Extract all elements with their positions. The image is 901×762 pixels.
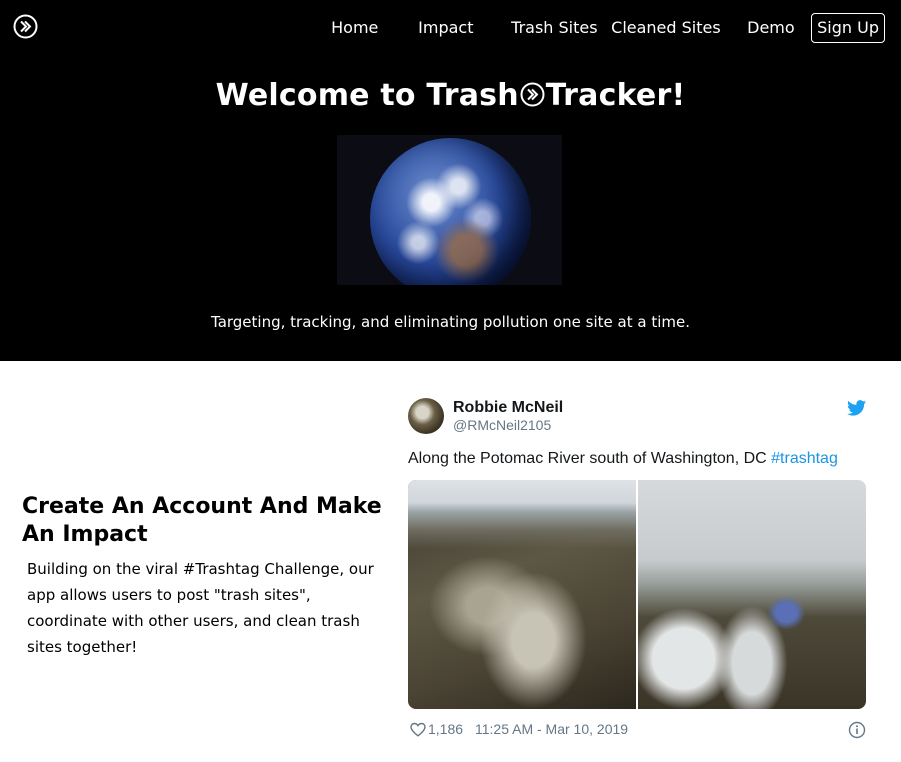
tweet-hashtag-link[interactable]: #trashtag bbox=[771, 450, 838, 467]
tweet-footer: 1,186 11:25 AM - Mar 10, 2019 bbox=[408, 720, 866, 740]
tweet-text-body: Along the Potomac River south of Washing… bbox=[408, 450, 772, 467]
cta-description: Building on the viral #Trashtag Challeng… bbox=[27, 560, 374, 656]
earth-image bbox=[337, 135, 562, 285]
nav-impact[interactable]: Impact bbox=[418, 13, 473, 43]
circle-double-chevron-icon bbox=[520, 80, 545, 107]
logo-icon[interactable] bbox=[13, 14, 38, 39]
tweet-author-handle[interactable]: @RMcNeil2105 bbox=[453, 417, 551, 433]
nav-cleaned-sites[interactable]: Cleaned Sites bbox=[611, 13, 721, 43]
title-text-end: Tracker! bbox=[545, 78, 686, 113]
earth-globe bbox=[370, 138, 531, 285]
tweet-like-count[interactable]: 1,186 bbox=[428, 721, 463, 737]
tweet-media[interactable] bbox=[408, 480, 866, 709]
info-icon[interactable] bbox=[848, 721, 866, 739]
twitter-bird-icon[interactable] bbox=[847, 400, 866, 416]
nav-home[interactable]: Home bbox=[331, 13, 378, 43]
hero-section: Home Impact Trash Sites Cleaned Sites De… bbox=[0, 0, 901, 361]
nav-demo[interactable]: Demo bbox=[747, 13, 795, 43]
main-nav: Home Impact Trash Sites Cleaned Sites De… bbox=[331, 13, 885, 43]
cta-heading: Create An Account And Make An Impact bbox=[22, 494, 382, 547]
tweet-photo-before[interactable] bbox=[408, 480, 636, 709]
nav-trash-sites[interactable]: Trash Sites bbox=[511, 13, 597, 43]
tweet-photo-after[interactable] bbox=[638, 480, 866, 709]
heart-icon[interactable] bbox=[410, 722, 426, 737]
title-text-start: Welcome to Trash bbox=[215, 78, 519, 113]
signup-button[interactable]: Sign Up bbox=[811, 13, 885, 43]
tweet-timestamp[interactable]: 11:25 AM - Mar 10, 2019 bbox=[475, 721, 628, 737]
avatar[interactable] bbox=[408, 398, 444, 434]
tweet-text: Along the Potomac River south of Washing… bbox=[408, 450, 838, 468]
hero-tagline: Targeting, tracking, and eliminating pol… bbox=[211, 313, 690, 331]
tweet-author-name[interactable]: Robbie McNeil bbox=[453, 399, 563, 417]
page-title: Welcome to Trash Tracker! bbox=[0, 78, 901, 113]
